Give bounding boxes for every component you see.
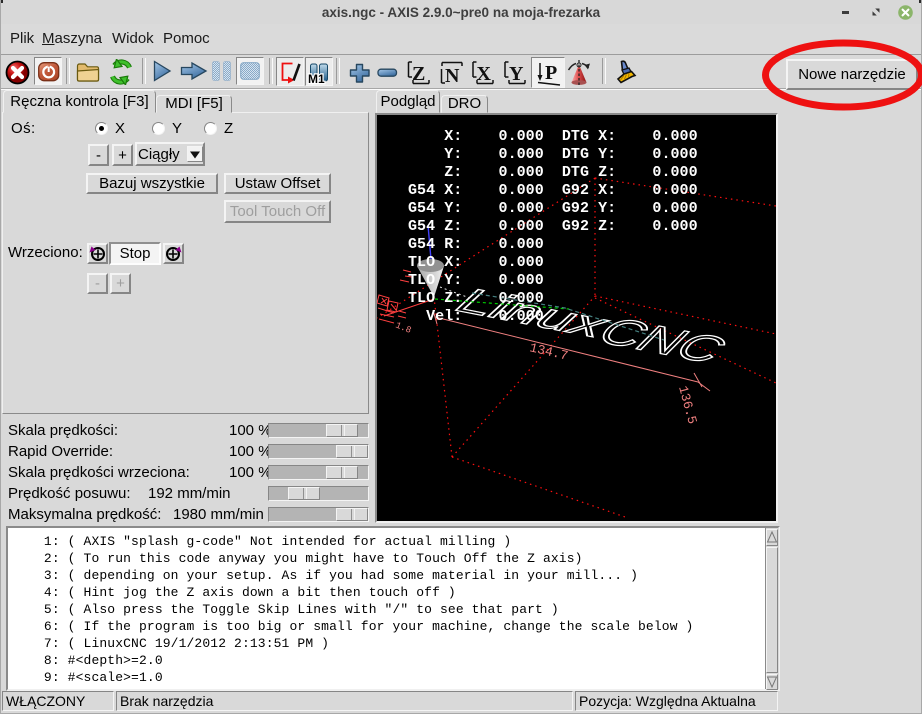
svg-text:M1: M1 bbox=[308, 72, 325, 86]
svg-text:N: N bbox=[445, 65, 460, 86]
svg-text:X: X bbox=[477, 63, 492, 85]
svg-text:Y: Y bbox=[509, 63, 524, 85]
svg-text:134.7: 134.7 bbox=[528, 340, 569, 363]
svg-text:P: P bbox=[545, 62, 557, 84]
svg-text:136.5: 136.5 bbox=[675, 384, 700, 426]
svg-text:Z: Z bbox=[412, 63, 425, 85]
